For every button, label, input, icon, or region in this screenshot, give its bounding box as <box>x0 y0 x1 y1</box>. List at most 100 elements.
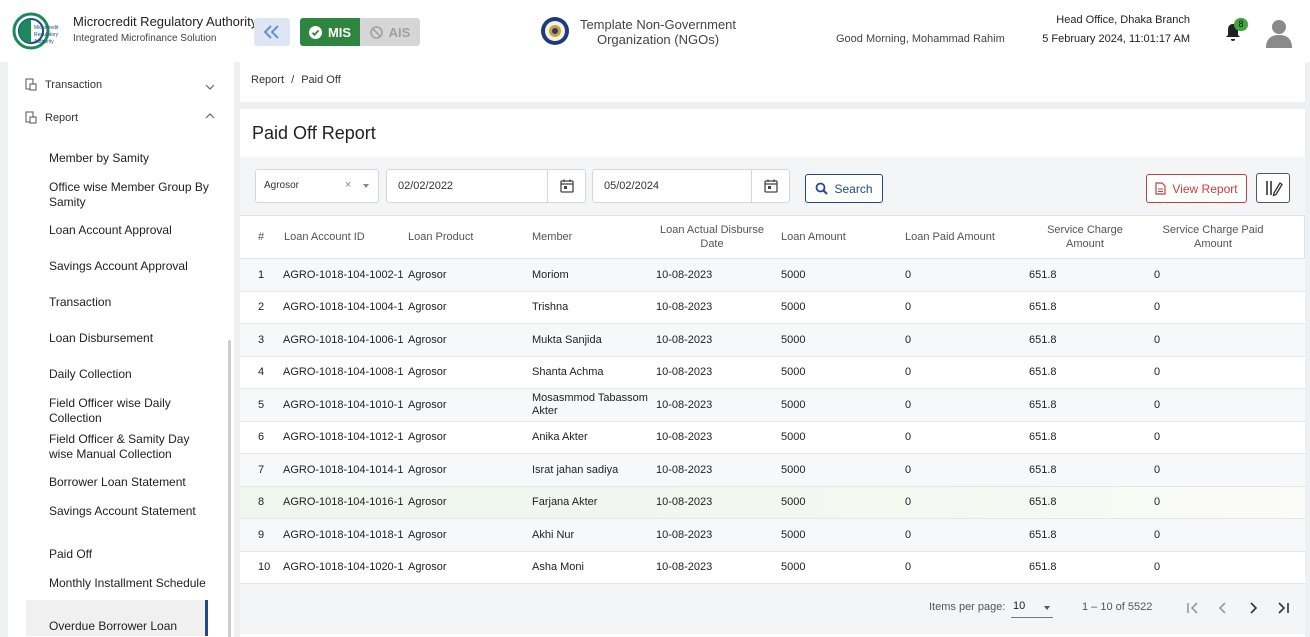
column-settings-button[interactable] <box>1256 173 1290 203</box>
sidebar-item-office-wise-member-group[interactable]: Office wise Member Group By Samity <box>49 180 209 210</box>
from-date-calendar-button[interactable] <box>547 170 585 202</box>
column-header-loan-account-id[interactable]: Loan Account ID <box>284 216 404 258</box>
cell-loan-amount: 5000 <box>781 561 806 573</box>
view-report-button[interactable]: View Report <box>1146 174 1247 203</box>
clear-selection-icon[interactable]: × <box>345 179 351 191</box>
table-row[interactable]: 8 AGRO-1018-104-1016-1 Agrosor Farjana Akte… <box>240 486 1305 519</box>
table-row[interactable]: 3 AGRO-1018-104-1006-1 Agrosor Mukta Sanjid… <box>240 324 1305 357</box>
pdf-file-icon <box>1155 182 1167 195</box>
column-header-index[interactable]: # <box>258 216 278 258</box>
search-button[interactable]: Search <box>805 174 883 203</box>
sidebar-item-loan-disbursement[interactable]: Loan Disbursement <box>49 331 209 346</box>
to-date-calendar-button[interactable] <box>751 170 789 202</box>
sidebar-item-field-officer-samity-day-collection[interactable]: Field Officer & Samity Day wise Manual C… <box>49 432 209 462</box>
cell-service-charge-amount: 651.8 <box>1029 268 1057 281</box>
last-page-button[interactable] <box>1273 598 1293 618</box>
table-row[interactable]: 9 AGRO-1018-104-1018-1 Agrosor Akhi Nur 10-0… <box>240 519 1305 552</box>
sidebar-item-borrower-loan-statement[interactable]: Borrower Loan Statement <box>49 475 209 490</box>
table-row[interactable]: 4 AGRO-1018-104-1008-1 Agrosor Shanta Achma… <box>240 357 1305 389</box>
sidebar-item-daily-collection[interactable]: Daily Collection <box>49 367 209 382</box>
sidebar-parent-label: Report <box>45 111 79 124</box>
cell-disburse-date: 10-08-2023 <box>656 268 713 281</box>
cell-loan-account-id: AGRO-1018-104-1006-1 <box>283 333 404 346</box>
sidebar-item-savings-account-approval[interactable]: Savings Account Approval <box>49 259 209 274</box>
breadcrumb-root-link[interactable]: Report <box>251 74 284 86</box>
cell-service-charge-paid-amount: 0 <box>1154 333 1161 346</box>
table-row[interactable]: 1 AGRO-1018-104-1002-1 Agrosor Moriom 10-08-… <box>240 259 1305 292</box>
column-header-loan-product[interactable]: Loan Product <box>408 216 528 258</box>
cell-service-charge-paid-amount: 0 <box>1154 366 1161 378</box>
sidebar-collapse-button[interactable] <box>254 18 290 46</box>
cell-service-charge-amount: 651.8 <box>1029 561 1057 573</box>
column-header-service-charge-paid-amount[interactable]: Service Charge Paid Amount <box>1153 216 1273 258</box>
cell-loan-amount: 5000 <box>781 398 806 411</box>
cell-loan-paid-amount: 0 <box>905 366 912 378</box>
sidebar-item-savings-account-statement[interactable]: Savings Account Statement <box>49 504 209 519</box>
search-icon <box>816 182 829 195</box>
sidebar-item-overdue-borrower-loan[interactable]: Overdue Borrower Loan <box>49 619 209 634</box>
cell-disburse-date: 10-08-2023 <box>656 561 713 573</box>
items-per-page-select[interactable]: 10 <box>1011 596 1053 618</box>
column-header-disburse-date[interactable]: Loan Actual Disburse Date <box>654 216 770 258</box>
to-date-input[interactable]: 05/02/2024 <box>592 169 790 203</box>
loan-product-value: Agrosor <box>264 180 300 191</box>
cell-loan-account-id: AGRO-1018-104-1014-1 <box>283 463 404 476</box>
from-date-input[interactable]: 02/02/2022 <box>386 169 586 203</box>
cell-loan-product: Agrosor <box>408 398 447 411</box>
cell-member: Farjana Akter <box>532 496 598 508</box>
sidebar-item-member-by-samity[interactable]: Member by Samity <box>49 151 209 166</box>
column-header-service-charge-amount[interactable]: Service Charge Amount <box>1030 216 1140 258</box>
cell-loan-amount: 5000 <box>781 268 806 281</box>
greeting-text: Good Morning, Mohammad Rahim <box>836 33 1005 45</box>
cell-member: Shanta Achma <box>532 366 604 378</box>
next-page-button[interactable] <box>1243 598 1263 618</box>
cell-member: Trishna <box>532 301 569 313</box>
svg-text:Microcredit: Microcredit <box>34 25 59 31</box>
current-datetime: 5 February 2024, 11:01:17 AM <box>1042 33 1190 45</box>
document-stack-icon <box>25 111 37 124</box>
calendar-icon <box>763 179 778 193</box>
column-header-loan-paid-amount[interactable]: Loan Paid Amount <box>905 216 1025 258</box>
cell-loan-amount: 5000 <box>781 333 806 346</box>
sidebar-item-paid-off[interactable]: Paid Off <box>49 547 209 562</box>
mis-toggle-button[interactable]: MIS <box>300 18 360 46</box>
cell-service-charge-amount: 651.8 <box>1029 431 1057 443</box>
cell-member: Akhi Nur <box>532 528 575 541</box>
table-row[interactable]: 7 AGRO-1018-104-1014-1 Agrosor Israt jahan … <box>240 454 1305 487</box>
sidebar-item-transaction[interactable]: Transaction <box>49 295 209 310</box>
cell-service-charge-paid-amount: 0 <box>1154 268 1161 281</box>
cell-service-charge-paid-amount: 0 <box>1154 496 1161 508</box>
cell-loan-paid-amount: 0 <box>905 333 912 346</box>
notification-count-badge: 8 <box>1234 18 1248 31</box>
user-avatar-icon[interactable] <box>1265 18 1293 48</box>
table-row[interactable]: 6 AGRO-1018-104-1012-1 Agrosor Anika Akter 1… <box>240 422 1305 454</box>
column-header-loan-amount[interactable]: Loan Amount <box>781 216 901 258</box>
sidebar-parent-transaction[interactable]: Transaction <box>25 78 215 91</box>
first-page-icon <box>1187 602 1198 614</box>
sidebar-item-loan-account-approval[interactable]: Loan Account Approval <box>49 223 209 238</box>
cell-loan-amount: 5000 <box>781 528 806 541</box>
cell-loan-product: Agrosor <box>408 463 447 476</box>
ais-toggle-button[interactable]: AIS <box>360 18 420 46</box>
column-header-member[interactable]: Member <box>532 216 652 258</box>
cell-loan-account-id: AGRO-1018-104-1012-1 <box>283 431 404 443</box>
loan-product-select[interactable]: Agrosor × <box>255 169 379 203</box>
sidebar-item-monthly-installment-schedule[interactable]: Monthly Installment Schedule <box>49 576 209 591</box>
first-page-button[interactable] <box>1183 598 1203 618</box>
ais-label: AIS <box>388 24 411 40</box>
column-edit-icon <box>1266 181 1283 197</box>
sidebar-parent-report[interactable]: Report <box>25 111 215 124</box>
table-row[interactable]: 5 AGRO-1018-104-1010-1 Agrosor Mosasmmod Ta… <box>240 389 1305 422</box>
mra-logo: Microcredit Regulatory Authority <box>12 12 59 50</box>
table-row[interactable]: 2 AGRO-1018-104-1004-1 Agrosor Trishna 10-08… <box>240 292 1305 324</box>
sidebar-item-field-officer-daily-collection[interactable]: Field Officer wise Daily Collection <box>49 396 209 426</box>
cell-member: Mukta Sanjida <box>532 333 602 346</box>
previous-page-button[interactable] <box>1213 598 1233 618</box>
sidebar-scrollbar[interactable] <box>228 340 231 637</box>
last-page-icon <box>1278 602 1289 614</box>
paid-off-table: # Loan Account ID Loan Product Member Lo… <box>240 215 1305 584</box>
table-row[interactable]: 10 AGRO-1018-104-1020-1 Agrosor Asha Moni 10… <box>240 552 1305 584</box>
from-date-value: 02/02/2022 <box>398 180 454 192</box>
cell-loan-product: Agrosor <box>408 333 447 346</box>
sidebar: Transaction Report Member by Samity Offi… <box>8 62 234 637</box>
